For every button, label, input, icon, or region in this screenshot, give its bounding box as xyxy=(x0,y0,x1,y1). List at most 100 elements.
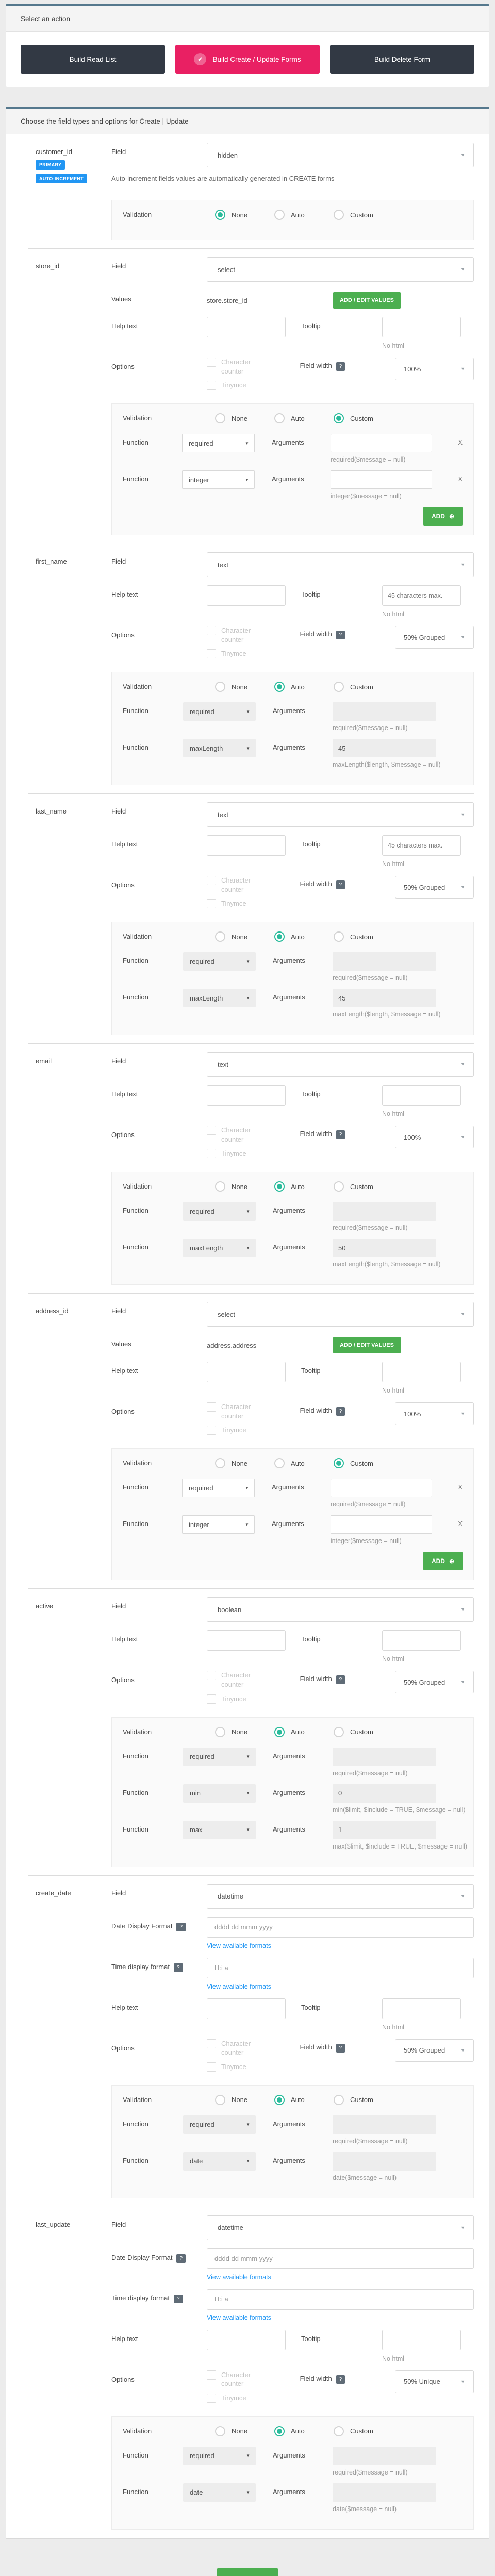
help-text-input[interactable] xyxy=(207,1362,286,1383)
add-edit-values-button[interactable]: ADD / EDIT VALUES xyxy=(333,1337,401,1354)
field-width-select[interactable]: 100% ▼ xyxy=(395,358,474,380)
validation-radio-custom[interactable]: Custom xyxy=(334,413,373,424)
tooltip-input[interactable] xyxy=(382,1630,461,1651)
validation-radio-custom[interactable]: Custom xyxy=(334,931,373,942)
function-select[interactable]: date ▼ xyxy=(183,2483,256,2502)
arguments-input[interactable] xyxy=(330,434,433,453)
tooltip-input[interactable] xyxy=(382,1085,461,1106)
validation-radio-none[interactable]: None xyxy=(215,682,274,692)
arguments-input[interactable] xyxy=(333,952,436,971)
field-type-select[interactable]: text ▼ xyxy=(207,552,474,578)
function-select[interactable]: min ▼ xyxy=(183,1784,256,1803)
function-select[interactable]: required ▼ xyxy=(183,2115,256,2134)
question-mark-badge[interactable]: ? xyxy=(176,1922,186,1931)
build-delete-form-button[interactable]: Build Delete Form xyxy=(330,45,474,74)
function-select[interactable]: required ▼ xyxy=(183,2446,256,2465)
field-type-select[interactable]: datetime ▼ xyxy=(207,2215,474,2240)
arguments-input[interactable] xyxy=(333,739,436,758)
field-width-select[interactable]: 100% ▼ xyxy=(395,1126,474,1149)
arguments-input[interactable] xyxy=(333,702,436,721)
field-type-select[interactable]: datetime ▼ xyxy=(207,1884,474,1909)
field-width-select[interactable]: 50% Grouped ▼ xyxy=(395,876,474,899)
function-select[interactable]: required ▼ xyxy=(183,1747,256,1766)
add-edit-values-button[interactable]: ADD / EDIT VALUES xyxy=(333,292,401,309)
submit-button[interactable]: SUBMIT ✔ xyxy=(217,2567,278,2576)
help-text-input[interactable] xyxy=(207,1085,286,1106)
field-type-select[interactable]: boolean ▼ xyxy=(207,1597,474,1622)
time-format-input[interactable] xyxy=(207,1957,474,1978)
validation-radio-none[interactable]: None xyxy=(215,210,274,220)
function-select[interactable]: maxLength ▼ xyxy=(183,989,256,1008)
field-width-select[interactable]: 50% Unique ▼ xyxy=(395,2370,474,2393)
validation-radio-none[interactable]: None xyxy=(215,1181,274,1192)
function-select[interactable]: maxLength ▼ xyxy=(183,1239,256,1258)
help-text-input[interactable] xyxy=(207,317,286,337)
validation-radio-custom[interactable]: Custom xyxy=(334,1458,373,1469)
help-text-input[interactable] xyxy=(207,585,286,606)
question-mark-badge[interactable]: ? xyxy=(336,2043,345,2053)
validation-radio-custom[interactable]: Custom xyxy=(334,1181,373,1192)
help-text-input[interactable] xyxy=(207,2329,286,2350)
remove-function-button[interactable]: X xyxy=(458,470,463,483)
validation-radio-none[interactable]: None xyxy=(215,931,274,942)
function-select[interactable]: maxLength ▼ xyxy=(183,739,256,758)
arguments-input[interactable] xyxy=(333,2446,436,2465)
arguments-input[interactable] xyxy=(333,1202,436,1221)
help-text-input[interactable] xyxy=(207,1998,286,2019)
function-select[interactable]: required ▼ xyxy=(182,434,255,453)
view-formats-link[interactable]: View available formats xyxy=(207,2274,474,2281)
validation-radio-custom[interactable]: Custom xyxy=(334,2094,373,2105)
arguments-input[interactable] xyxy=(330,1479,433,1498)
field-width-select[interactable]: 50% Grouped ▼ xyxy=(395,1671,474,1694)
tooltip-input[interactable] xyxy=(382,835,461,856)
question-mark-badge[interactable]: ? xyxy=(336,631,345,640)
validation-radio-auto[interactable]: Auto xyxy=(274,682,334,692)
function-select[interactable]: required ▼ xyxy=(183,952,256,971)
validation-radio-auto[interactable]: Auto xyxy=(274,1726,334,1737)
field-width-select[interactable]: 100% ▼ xyxy=(395,1402,474,1426)
remove-function-button[interactable]: X xyxy=(458,1479,463,1491)
arguments-input[interactable] xyxy=(333,1784,436,1803)
validation-radio-custom[interactable]: Custom xyxy=(334,1726,373,1737)
arguments-input[interactable] xyxy=(333,2483,436,2502)
function-select[interactable]: date ▼ xyxy=(183,2151,256,2171)
question-mark-badge[interactable]: ? xyxy=(336,880,345,890)
date-format-input[interactable] xyxy=(207,1917,474,1938)
add-function-button[interactable]: ADD ⊕ xyxy=(423,507,463,526)
validation-radio-none[interactable]: None xyxy=(215,1726,274,1737)
validation-radio-auto[interactable]: Auto xyxy=(274,1181,334,1192)
question-mark-badge[interactable]: ? xyxy=(173,2294,183,2303)
function-select[interactable]: required ▼ xyxy=(182,1479,255,1498)
arguments-input[interactable] xyxy=(333,2115,436,2134)
arguments-input[interactable] xyxy=(333,1747,436,1766)
function-select[interactable]: required ▼ xyxy=(183,702,256,721)
validation-radio-auto[interactable]: Auto xyxy=(274,2094,334,2105)
question-mark-badge[interactable]: ? xyxy=(173,1963,183,1972)
validation-radio-auto[interactable]: Auto xyxy=(274,2426,334,2436)
question-mark-badge[interactable]: ? xyxy=(336,2375,345,2384)
validation-radio-none[interactable]: None xyxy=(215,2094,274,2105)
remove-function-button[interactable]: X xyxy=(458,1515,463,1528)
time-format-input[interactable] xyxy=(207,2289,474,2310)
tooltip-input[interactable] xyxy=(382,1998,461,2019)
help-text-input[interactable] xyxy=(207,835,286,856)
validation-radio-auto[interactable]: Auto xyxy=(274,210,334,220)
field-type-select[interactable]: hidden ▼ xyxy=(207,143,474,167)
field-type-select[interactable]: text ▼ xyxy=(207,1052,474,1077)
validation-radio-auto[interactable]: Auto xyxy=(274,931,334,942)
validation-radio-none[interactable]: None xyxy=(215,2426,274,2436)
field-type-select[interactable]: select ▼ xyxy=(207,1302,474,1327)
build-create-update-forms-button[interactable]: ✔ Build Create / Update Forms xyxy=(175,45,320,74)
validation-radio-custom[interactable]: Custom xyxy=(334,682,373,692)
arguments-input[interactable] xyxy=(330,470,433,489)
question-mark-badge[interactable]: ? xyxy=(336,1130,345,1140)
function-select[interactable]: required ▼ xyxy=(183,1202,256,1221)
tooltip-input[interactable] xyxy=(382,1362,461,1383)
question-mark-badge[interactable]: ? xyxy=(176,2253,186,2263)
question-mark-badge[interactable]: ? xyxy=(336,1675,345,1685)
function-select[interactable]: integer ▼ xyxy=(182,1515,255,1534)
add-function-button[interactable]: ADD ⊕ xyxy=(423,1552,463,1571)
question-mark-badge[interactable]: ? xyxy=(336,362,345,371)
arguments-input[interactable] xyxy=(333,1820,436,1839)
tooltip-input[interactable] xyxy=(382,2329,461,2350)
